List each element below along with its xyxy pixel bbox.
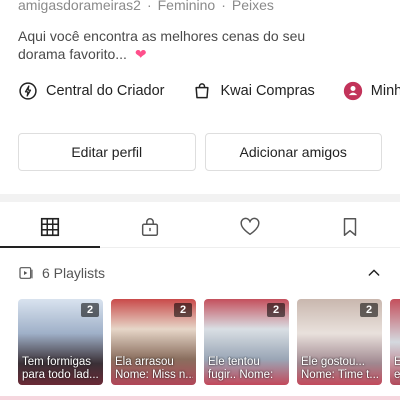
playlist-count-badge: 2 — [81, 303, 99, 317]
grid-icon — [40, 217, 60, 237]
zodiac-sign: Peixes — [231, 0, 274, 13]
gender: Feminino — [157, 0, 216, 13]
playlist-caption: E e m — [394, 356, 400, 381]
playlist-caption: Ela arrasou Nome: Miss n... — [115, 356, 193, 381]
creator-center-label: Central do Criador — [46, 83, 165, 99]
profile-links: Central do Criador Kwai Compras Minha — [18, 80, 400, 102]
kwai-shopping-label: Kwai Compras — [220, 83, 315, 99]
edit-profile-button[interactable]: Editar perfil — [18, 133, 196, 171]
active-tab-indicator — [0, 246, 100, 248]
playlist-carousel: 2 Tem formigas para todo lad... 2 Ela ar… — [18, 299, 400, 385]
playlist-count-badge: 2 — [360, 303, 378, 317]
playlist-caption: Ele gostou... Nome: Time t... — [301, 356, 379, 381]
playlist-card[interactable]: 2 Ele gostou... Nome: Time t... — [297, 299, 382, 385]
tab-liked[interactable] — [200, 206, 300, 248]
tab-saved[interactable] — [300, 206, 400, 248]
lightning-icon — [19, 82, 37, 100]
avatar-icon — [343, 81, 362, 101]
playlist-count-badge: 2 — [174, 303, 192, 317]
playlist-card[interactable]: 2 Tem formigas para todo lad... — [18, 299, 103, 385]
add-friends-button[interactable]: Adicionar amigos — [204, 133, 382, 171]
playlist-caption: Tem formigas para todo lad... — [22, 356, 99, 381]
section-divider — [0, 194, 400, 202]
my-label: Minha — [370, 83, 400, 99]
lock-icon — [141, 218, 159, 236]
playlists-header[interactable]: 6 Playlists — [18, 262, 382, 284]
playlist-card[interactable]: 2 Ele tentou fugir.. Nome: — [204, 299, 289, 385]
bottom-accent-bar — [0, 396, 400, 400]
shopping-bag-icon — [195, 83, 210, 99]
playlist-caption: Ele tentou fugir.. Nome: — [208, 356, 274, 381]
my-link[interactable]: Minha — [343, 81, 400, 101]
content-tabs — [0, 206, 400, 248]
playlists-title: 6 Playlists — [42, 265, 106, 281]
username: amigasdorameiras2 — [18, 0, 141, 13]
playlist-icon — [19, 267, 33, 279]
playlist-card[interactable]: E e m — [390, 299, 400, 385]
heart-icon — [240, 217, 260, 236]
chevron-up-icon[interactable] — [366, 265, 382, 281]
bookmark-icon — [343, 218, 357, 236]
creator-center-link[interactable]: Central do Criador — [18, 81, 164, 101]
playlist-count-badge: 2 — [267, 303, 285, 317]
tab-videos[interactable] — [0, 206, 100, 248]
profile-meta: amigasdorameiras2 · Feminino · Peixes — [18, 0, 274, 13]
playlist-card[interactable]: 2 Ela arrasou Nome: Miss n... — [111, 299, 196, 385]
heart-emoji-icon: ❤ — [134, 46, 147, 62]
tab-private[interactable] — [100, 206, 200, 248]
profile-actions: Editar perfil Adicionar amigos — [18, 133, 382, 171]
kwai-shopping-link[interactable]: Kwai Compras — [192, 81, 315, 101]
bio-text: Aqui você encontra as melhores cenas do … — [18, 28, 306, 62]
profile-bio: Aqui você encontra as melhores cenas do … — [18, 27, 348, 63]
